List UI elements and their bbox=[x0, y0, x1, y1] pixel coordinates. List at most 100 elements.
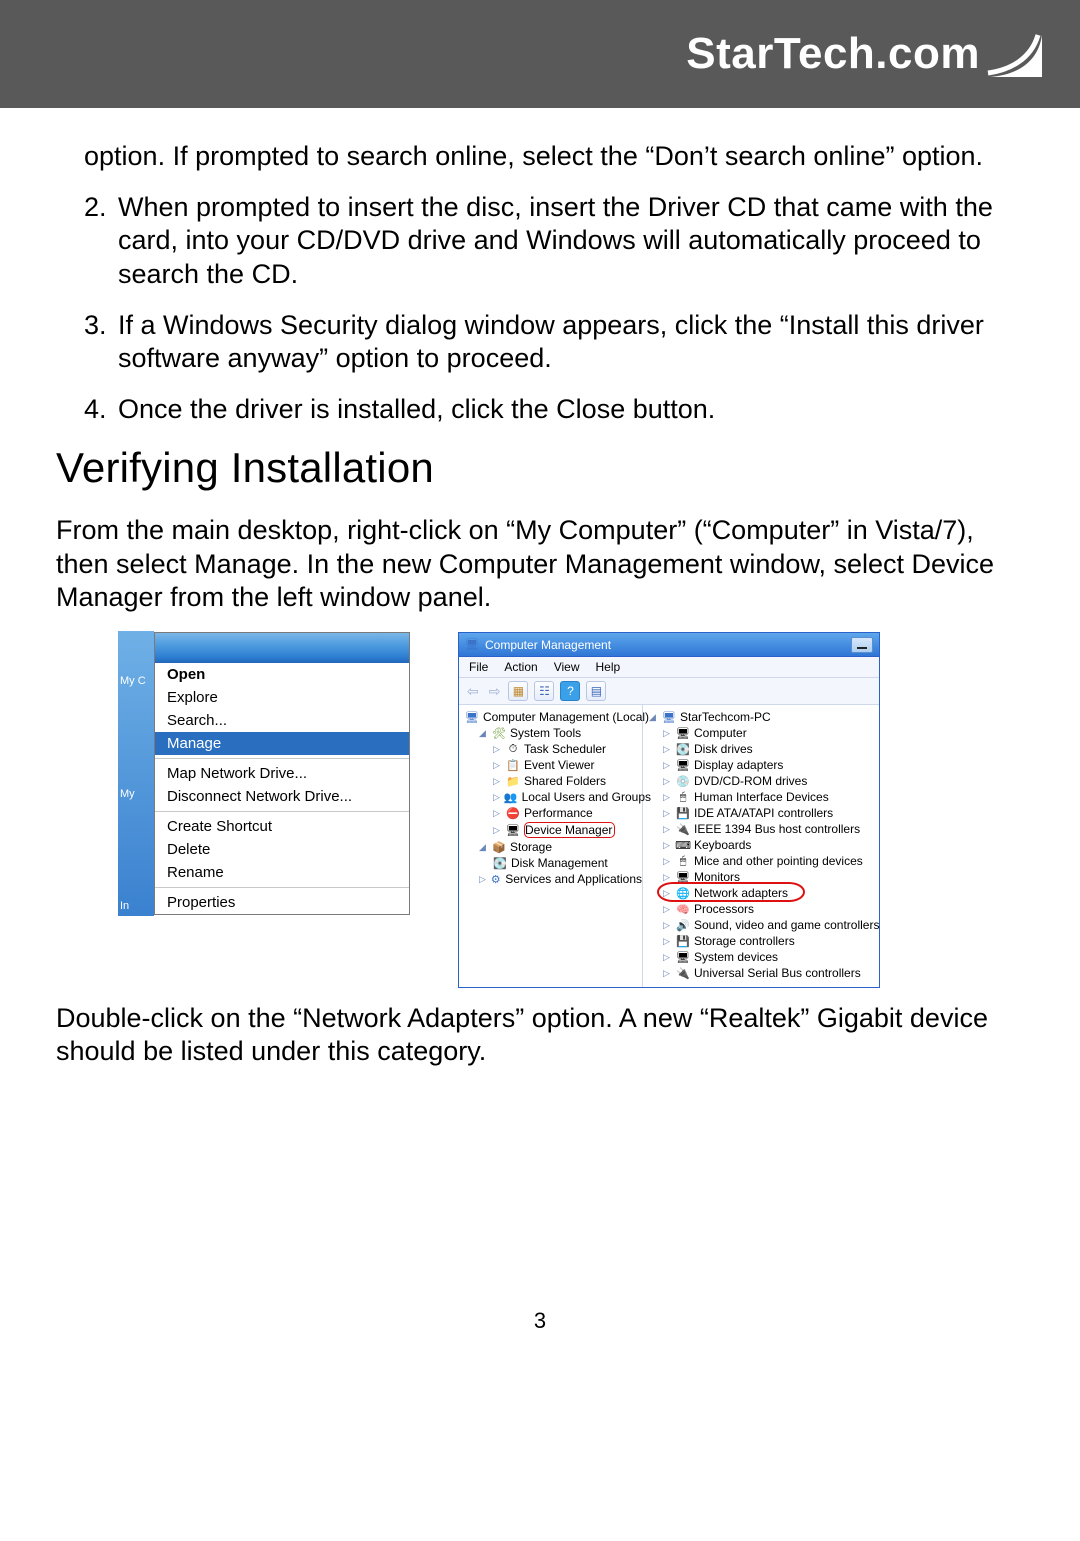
context-menu-item[interactable]: Create Shortcut bbox=[155, 815, 409, 838]
device-category[interactable]: 🖥Monitors bbox=[663, 869, 879, 885]
step-number: 3. bbox=[84, 309, 110, 375]
result-paragraph: Double-click on the “Network Adapters” o… bbox=[56, 1002, 1024, 1068]
step-4: 4. Once the driver is installed, click t… bbox=[84, 393, 1024, 426]
computer-icon: 🖥 bbox=[662, 710, 676, 724]
menu-action[interactable]: Action bbox=[504, 660, 537, 674]
context-menu-item[interactable]: Rename bbox=[155, 861, 409, 884]
tree-services[interactable]: ⚙Services and Applications bbox=[479, 871, 642, 887]
context-menu-item[interactable]: Search... bbox=[155, 709, 409, 732]
device-category[interactable]: 💾Storage controllers bbox=[663, 933, 879, 949]
context-menu: OpenExploreSearch...Manage Map Network Dr… bbox=[154, 632, 410, 915]
device-icon: ⌨ bbox=[676, 838, 690, 852]
tree-item[interactable]: 👥Local Users and Groups bbox=[493, 789, 642, 805]
device-icon: 🖥 bbox=[676, 758, 690, 772]
brand-header: StarTech.com bbox=[0, 0, 1080, 108]
tree-root[interactable]: 🖥Computer Management (Local) bbox=[465, 709, 642, 725]
tree-item[interactable]: ⏱Task Scheduler bbox=[493, 741, 642, 757]
device-category[interactable]: 🖱Mice and other pointing devices bbox=[663, 853, 879, 869]
verify-paragraph: From the main desktop, right-click on “M… bbox=[56, 514, 1024, 614]
step-number: 4. bbox=[84, 393, 110, 426]
toolbar-button[interactable]: ▤ bbox=[586, 681, 606, 701]
context-menu-item[interactable]: Open bbox=[155, 663, 409, 686]
toolbar-button[interactable]: ▦ bbox=[508, 681, 528, 701]
device-category[interactable]: 🖥Computer bbox=[663, 725, 879, 741]
tree-icon: 📋 bbox=[506, 758, 520, 772]
step-text: When prompted to insert the disc, insert… bbox=[118, 191, 1024, 291]
device-category[interactable]: 🧠Processors bbox=[663, 901, 879, 917]
device-category[interactable]: 💽Disk drives bbox=[663, 741, 879, 757]
tree-item[interactable]: ⛔Performance bbox=[493, 805, 642, 821]
device-icon: 🖱 bbox=[676, 854, 690, 868]
device-category[interactable]: 🌐Network adapters bbox=[663, 885, 879, 901]
device-category[interactable]: ⌨Keyboards bbox=[663, 837, 879, 853]
step-3: 3. If a Windows Security dialog window a… bbox=[84, 309, 1024, 375]
continuation-paragraph: option. If prompted to search online, se… bbox=[84, 140, 1024, 173]
figure-computer-management: 🖥 Computer Management FileActionViewHelp… bbox=[458, 632, 880, 988]
figure-context-menu: My C My In OpenExploreSearch...Manage Map… bbox=[118, 632, 410, 915]
minimize-button[interactable] bbox=[851, 637, 873, 653]
disk-icon: 💽 bbox=[493, 856, 507, 870]
left-tree: 🖥Computer Management (Local) 🛠System Too… bbox=[459, 705, 643, 987]
computer-management-icon: 🖥 bbox=[465, 638, 479, 652]
tree-item[interactable]: 📋Event Viewer bbox=[493, 757, 642, 773]
device-category[interactable]: 🖥Display adapters bbox=[663, 757, 879, 773]
step-text: Once the driver is installed, click the … bbox=[118, 393, 715, 426]
context-menu-item[interactable]: Map Network Drive... bbox=[155, 762, 409, 785]
context-menu-item[interactable]: Disconnect Network Drive... bbox=[155, 785, 409, 808]
brand-logo: StarTech.com bbox=[686, 29, 1046, 79]
menu-help[interactable]: Help bbox=[596, 660, 621, 674]
section-heading: Verifying Installation bbox=[56, 444, 1024, 492]
page-number: 3 bbox=[56, 1308, 1024, 1334]
device-tree-root[interactable]: 🖥StarTechcom-PC bbox=[649, 709, 879, 725]
tree-icon: ⛔ bbox=[506, 806, 520, 820]
device-icon: 💾 bbox=[676, 806, 690, 820]
desktop-label-myl: My bbox=[120, 788, 152, 800]
device-icon: 🖱 bbox=[676, 790, 690, 804]
context-menu-item[interactable]: Manage bbox=[155, 732, 409, 755]
device-category[interactable]: 🔌IEEE 1394 Bus host controllers bbox=[663, 821, 879, 837]
step-text: If a Windows Security dialog window appe… bbox=[118, 309, 1024, 375]
toolbar-button[interactable]: ☷ bbox=[534, 681, 554, 701]
device-icon: 🔊 bbox=[676, 918, 690, 932]
device-icon: 🧠 bbox=[676, 902, 690, 916]
device-icon: 🖥 bbox=[676, 726, 690, 740]
device-category[interactable]: 🔌Universal Serial Bus controllers bbox=[663, 965, 879, 981]
tree-storage[interactable]: 📦Storage bbox=[479, 839, 642, 855]
device-category[interactable]: 💿DVD/CD-ROM drives bbox=[663, 773, 879, 789]
tree-item[interactable]: 📁Shared Folders bbox=[493, 773, 642, 789]
brand-swoosh-icon bbox=[986, 29, 1046, 79]
services-icon: ⚙ bbox=[490, 872, 501, 886]
computer-icon: 🖥 bbox=[465, 710, 479, 724]
device-category[interactable]: 🖱Human Interface Devices bbox=[663, 789, 879, 805]
nav-forward-button[interactable]: ⇨ bbox=[487, 683, 503, 700]
desktop-label-in: In bbox=[120, 900, 152, 912]
desktop-label-myc: My C bbox=[120, 675, 152, 687]
menu-view[interactable]: View bbox=[554, 660, 580, 674]
menu-file[interactable]: File bbox=[469, 660, 488, 674]
device-icon: 🖥 bbox=[676, 870, 690, 884]
context-menu-item[interactable]: Delete bbox=[155, 838, 409, 861]
context-menu-titlebar bbox=[155, 633, 409, 663]
device-icon: 🔌 bbox=[676, 966, 690, 980]
nav-back-button[interactable]: ⇦ bbox=[465, 683, 481, 700]
tree-item[interactable]: 💽Disk Management bbox=[493, 855, 642, 871]
help-button[interactable]: ? bbox=[560, 681, 580, 701]
desktop-strip: My C My In bbox=[118, 631, 154, 916]
storage-icon: 📦 bbox=[492, 840, 506, 854]
device-icon: 🔌 bbox=[676, 822, 690, 836]
step-number: 2. bbox=[84, 191, 110, 291]
device-category[interactable]: 🔊Sound, video and game controllers bbox=[663, 917, 879, 933]
tree-system-tools[interactable]: 🛠System Tools bbox=[479, 725, 642, 741]
context-menu-item[interactable]: Properties bbox=[155, 891, 409, 914]
tree-item[interactable]: 🖥Device Manager bbox=[493, 821, 642, 839]
device-icon: 🖥 bbox=[676, 950, 690, 964]
context-menu-item[interactable]: Explore bbox=[155, 686, 409, 709]
menu-separator bbox=[155, 887, 409, 888]
menu-separator bbox=[155, 811, 409, 812]
step-2: 2. When prompted to insert the disc, ins… bbox=[84, 191, 1024, 291]
right-tree: 🖥StarTechcom-PC 🖥Computer💽Disk drives🖥Di… bbox=[643, 705, 879, 987]
device-category[interactable]: 💾IDE ATA/ATAPI controllers bbox=[663, 805, 879, 821]
device-category[interactable]: 🖥System devices bbox=[663, 949, 879, 965]
device-icon: 💿 bbox=[676, 774, 690, 788]
tree-icon: 👥 bbox=[504, 790, 518, 804]
